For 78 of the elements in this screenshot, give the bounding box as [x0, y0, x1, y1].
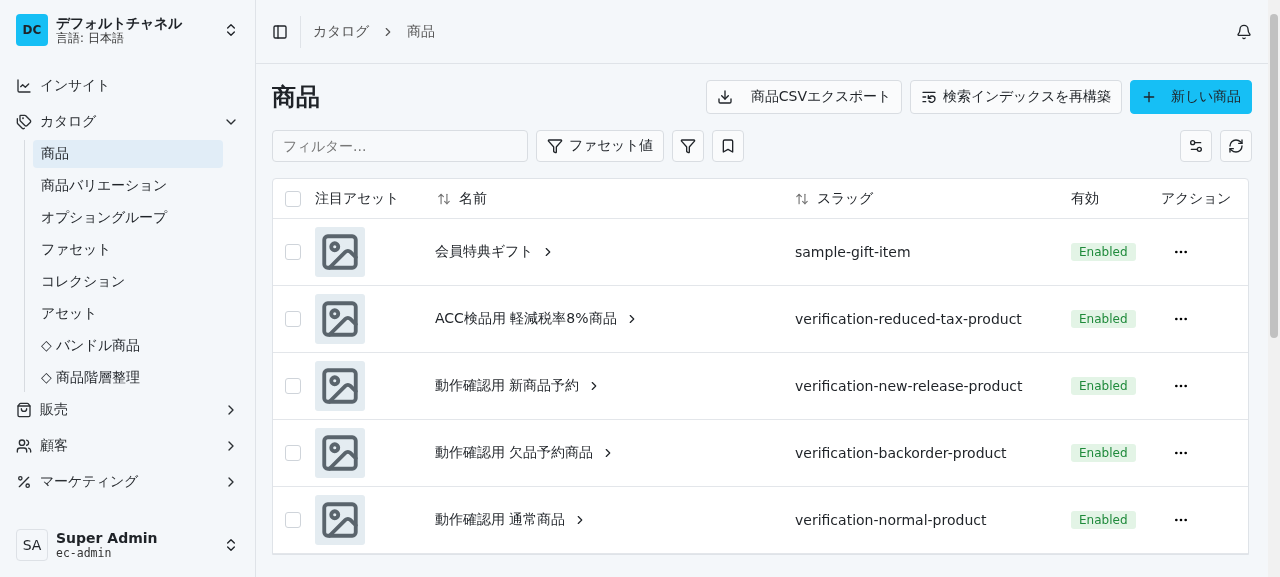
funnel-icon [680, 138, 696, 154]
slug-cell-text: sample-gift-item [795, 244, 912, 260]
product-name-link[interactable]: 動作確認用 新商品予約 [435, 377, 795, 395]
bookmark-button[interactable] [712, 130, 744, 162]
page-title: 商品 [272, 82, 321, 113]
settings-icon [1188, 138, 1204, 154]
nav-item[interactable]: カタログ [8, 104, 247, 140]
refresh-icon [1228, 138, 1244, 154]
nav-subitem[interactable]: 商品バリエーション [33, 172, 223, 200]
status-badge: Enabled [1071, 377, 1136, 395]
nav-subitem[interactable]: ファセット [33, 236, 223, 264]
nav-subitem[interactable]: ◇ 商品階層整理 [33, 364, 223, 392]
column-header: アクション [1161, 189, 1232, 208]
row-checkbox[interactable] [285, 244, 301, 260]
nav-subitem[interactable]: アセット [33, 300, 223, 328]
nav-item[interactable]: 顧客 [8, 428, 247, 464]
funnel-icon [547, 138, 563, 154]
channel-logo: DC [16, 14, 48, 46]
plus-icon [1141, 89, 1157, 105]
sidebar-toggle-icon[interactable] [272, 23, 288, 40]
row-checkbox[interactable] [285, 445, 301, 461]
facet-button[interactable]: ファセット値 [536, 130, 664, 162]
channel-name: デフォルトチャネル [56, 14, 183, 32]
status-badge: Enabled [1071, 511, 1136, 529]
product-name-link[interactable]: ACC検品用 軽減税率8%商品 [435, 310, 795, 328]
nav-item[interactable]: 販売 [8, 392, 247, 428]
refresh-button[interactable] [1220, 130, 1252, 162]
tags-icon [16, 114, 32, 130]
nav-subitem[interactable]: 商品 [33, 140, 223, 168]
slug-cell-text: verification-backorder-product [795, 445, 1008, 461]
chart-icon [16, 78, 32, 94]
image-placeholder-icon [315, 361, 365, 411]
image-placeholder-icon [315, 428, 365, 478]
filter-button[interactable] [672, 130, 704, 162]
status-badge: Enabled [1071, 310, 1136, 328]
percent-icon [16, 474, 32, 490]
column-header: 注目アセット [315, 189, 400, 208]
channel-language: 言語: 日本語 [56, 31, 125, 46]
slug-cell-text: verification-new-release-product [795, 378, 1024, 394]
image-placeholder-icon [315, 495, 365, 545]
filter-field[interactable]: フィルター... [272, 130, 528, 162]
nav-subitem[interactable]: コレクション [33, 268, 223, 296]
slug-cell-text: verification-normal-product [795, 512, 988, 528]
breadcrumb-item[interactable]: カタログ [313, 22, 369, 41]
product-name-link[interactable]: 動作確認用 欠品予約商品 [435, 444, 795, 462]
column-header[interactable]: 名前 [435, 189, 795, 208]
status-badge: Enabled [1071, 243, 1136, 261]
row-checkbox[interactable] [285, 378, 301, 394]
nav-item[interactable]: マーケティング [8, 464, 247, 500]
nav-item[interactable]: インサイト [8, 68, 247, 104]
breadcrumb-item[interactable]: 商品 [407, 22, 435, 41]
product-name-link[interactable]: 動作確認用 通常商品 [435, 511, 795, 529]
columns-settings-button[interactable] [1180, 130, 1212, 162]
nav-subitem[interactable]: ◇ バンドル商品 [33, 332, 223, 360]
shopping-bag-icon [16, 402, 32, 418]
users-icon [16, 438, 32, 454]
action-button[interactable]: 商品CSVエクスポート [705, 80, 902, 114]
bookmark-icon [720, 138, 736, 154]
image-placeholder-icon [315, 294, 365, 344]
row-checkbox[interactable] [285, 512, 301, 528]
column-header[interactable]: スラッグ [795, 189, 1071, 208]
user-name: Super Admin [56, 529, 159, 547]
list-icon [921, 89, 937, 105]
image-placeholder-icon [315, 227, 365, 277]
action-button[interactable]: 検索インデックスを再構築 [910, 80, 1122, 114]
bell-icon[interactable] [1236, 23, 1252, 40]
scrollbar[interactable] [1268, 0, 1280, 577]
nav-subitem[interactable]: オプショングループ [33, 204, 223, 232]
column-header: 有効 [1071, 189, 1100, 208]
action-button[interactable]: 新しい商品 [1130, 80, 1252, 114]
row-checkbox[interactable] [285, 311, 301, 327]
user-login: ec-admin [56, 546, 113, 561]
product-name-link[interactable]: 会員特典ギフト [435, 243, 795, 261]
download-icon [716, 89, 733, 105]
select-all-checkbox[interactable] [285, 190, 301, 207]
slug-cell-text: verification-reduced-tax-product [795, 311, 1023, 327]
user-avatar: SA [16, 529, 48, 561]
status-badge: Enabled [1071, 444, 1136, 462]
